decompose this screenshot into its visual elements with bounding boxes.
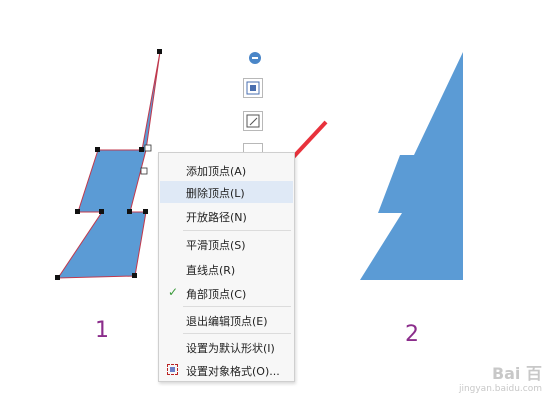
watermark: Bai 百 jingyan.baidu.com [459, 360, 542, 394]
label-2: 2 [405, 322, 419, 347]
menu-item-add-vertex[interactable]: 添加顶点(A) [160, 159, 293, 181]
menu-item-format-object[interactable]: 设置对象格式(O)... [160, 359, 293, 381]
menu-item-label: 设置为默认形状(I) [186, 342, 275, 355]
menu-item-delete-vertex[interactable]: 删除顶点(L) [160, 181, 293, 203]
menu-item-label: 删除顶点(L) [186, 187, 245, 200]
check-icon: ✓ [168, 285, 179, 299]
menu-item-label: 退出编辑顶点(E) [186, 315, 268, 328]
format-object-icon [167, 364, 178, 375]
menu-separator [183, 333, 291, 334]
menu-separator [183, 230, 291, 231]
menu-item-label: 角部顶点(C) [186, 288, 247, 301]
menu-item-label: 平滑顶点(S) [186, 239, 246, 252]
layout-options-icon [246, 81, 260, 95]
watermark-url: jingyan.baidu.com [458, 384, 542, 394]
layout-options-button[interactable] [243, 78, 263, 98]
edit-shape-icon [246, 114, 260, 128]
context-menu: 添加顶点(A) 删除顶点(L) 开放路径(N) 平滑顶点(S) 直线点(R) ✓… [158, 152, 295, 382]
menu-item-label: 开放路径(N) [186, 211, 247, 224]
shape-1[interactable] [57, 51, 161, 279]
edit-shape-button[interactable] [243, 111, 263, 131]
menu-item-label: 直线点(R) [186, 264, 236, 277]
menu-item-label: 设置对象格式(O)... [186, 365, 280, 378]
menu-item-open-path[interactable]: 开放路径(N) [160, 205, 293, 227]
shape-2 [360, 52, 463, 280]
menu-item-exit-edit-vertex[interactable]: 退出编辑顶点(E) [160, 309, 293, 331]
minus-icon[interactable] [249, 52, 261, 64]
menu-item-straight-point[interactable]: 直线点(R) [160, 258, 293, 280]
menu-item-smooth-vertex[interactable]: 平滑顶点(S) [160, 233, 293, 255]
menu-item-set-default-shape[interactable]: 设置为默认形状(I) [160, 336, 293, 358]
fill-button[interactable] [243, 143, 263, 158]
label-1: 1 [95, 318, 109, 343]
menu-item-corner-vertex[interactable]: ✓ 角部顶点(C) [160, 282, 293, 304]
menu-separator [183, 306, 291, 307]
watermark-logo-text: Bai 百 [491, 364, 542, 383]
menu-item-label: 添加顶点(A) [186, 165, 247, 178]
